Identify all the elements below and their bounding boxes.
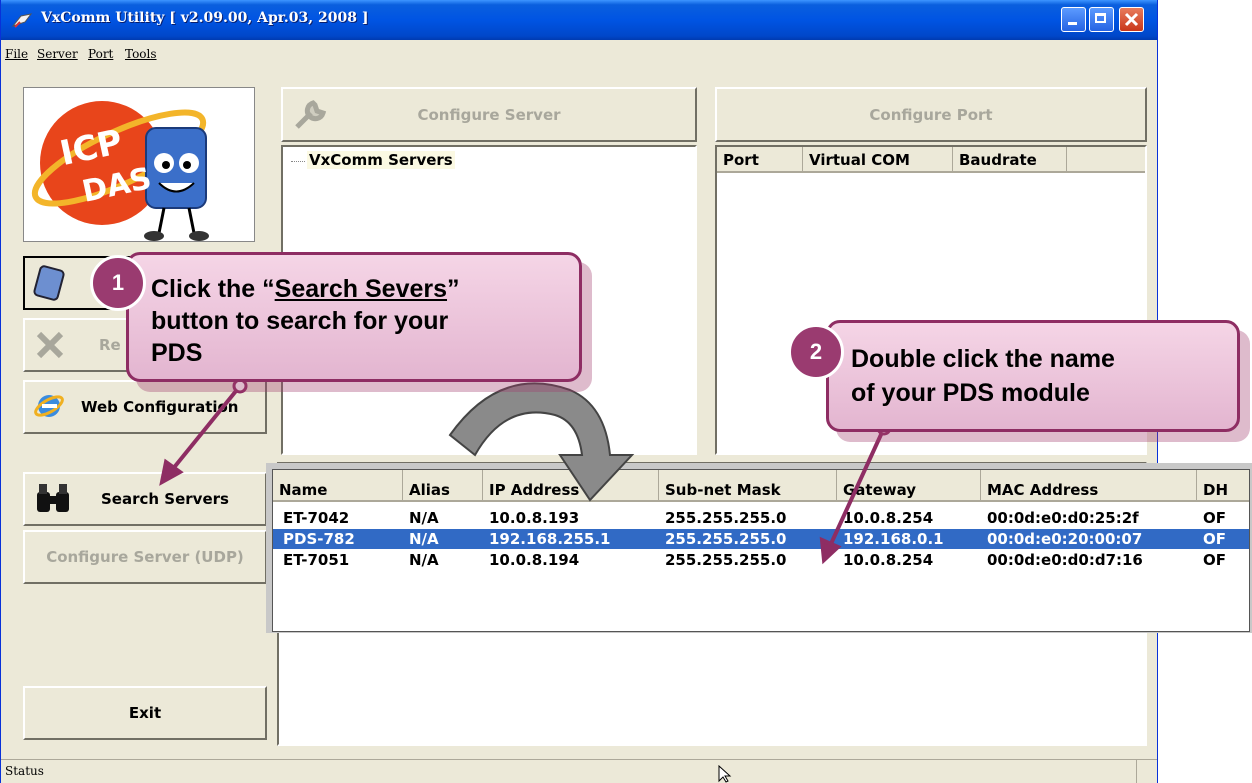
mouse-cursor-icon	[718, 765, 732, 783]
callout-2-line-1: Double click the name	[851, 345, 1115, 373]
step-2-badge: 2	[788, 324, 844, 380]
callout-1-line-3: PDS	[151, 339, 203, 367]
callout-step-2: Double click the name of your PDS module	[826, 320, 1240, 432]
callout-step-1: Click the “Search Severs” button to sear…	[126, 252, 582, 382]
callout-2-line-2: of your PDS module	[851, 379, 1090, 407]
callout-1-line-1: Click the “Search Severs”	[151, 275, 460, 303]
step-1-badge: 1	[90, 255, 146, 311]
callout-1-line-2: button to search for your	[151, 307, 449, 335]
